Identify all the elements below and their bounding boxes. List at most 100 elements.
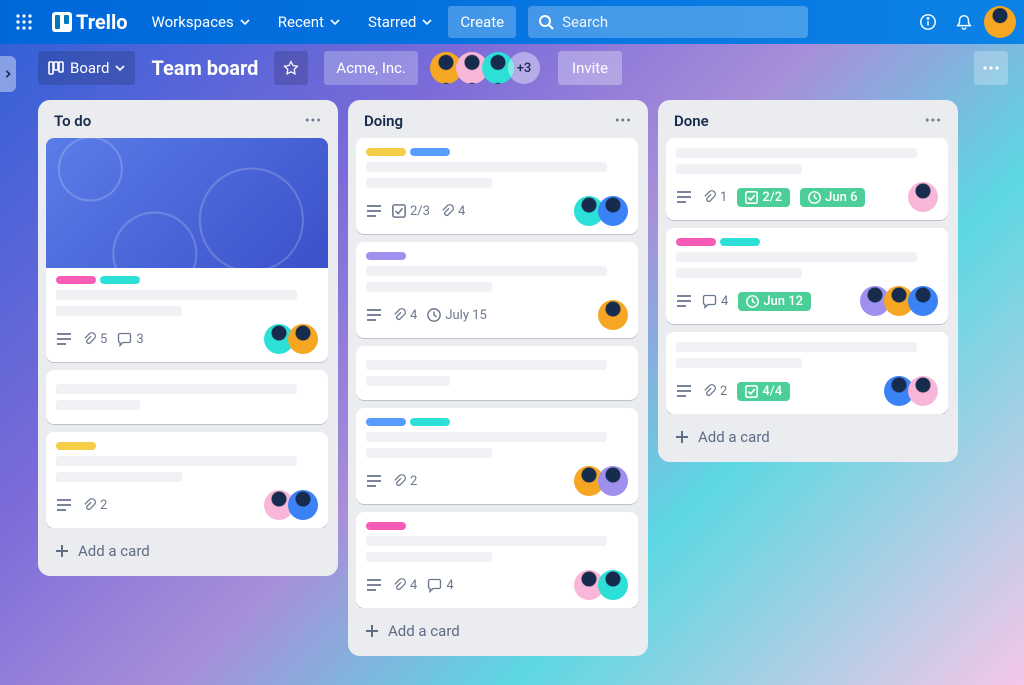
- board-icon: [48, 60, 64, 76]
- card-member-avatar[interactable]: [598, 300, 628, 330]
- card[interactable]: [46, 370, 328, 424]
- create-button[interactable]: Create: [448, 6, 516, 38]
- description-icon: [676, 384, 692, 398]
- card[interactable]: 53: [46, 138, 328, 362]
- add-card-label: Add a card: [78, 542, 150, 560]
- add-card-button[interactable]: Add a card: [46, 534, 330, 568]
- board-header: Board Team board Acme, Inc. +3 Invite: [0, 44, 1024, 92]
- list-menu-icon[interactable]: •••: [925, 113, 942, 129]
- cards-container: 2/344July 15244: [356, 138, 640, 608]
- card[interactable]: 4Jun 12: [666, 228, 948, 324]
- label-purple[interactable]: [366, 252, 406, 260]
- card[interactable]: 2: [356, 408, 638, 504]
- description-icon: [366, 308, 382, 322]
- card-members: [264, 490, 318, 520]
- card[interactable]: 2: [46, 432, 328, 528]
- workspaces-label: Workspaces: [152, 13, 234, 31]
- sidebar-toggle[interactable]: [0, 56, 16, 92]
- attachments-badge: 5: [82, 332, 107, 347]
- card[interactable]: 2/34: [356, 138, 638, 234]
- card-labels: [56, 442, 318, 450]
- add-card-button[interactable]: Add a card: [666, 420, 950, 454]
- description-icon: [676, 190, 692, 204]
- board-canvas: To do ••• 53 2 Add a card Doing ••• 2/34 4July 1…: [0, 92, 1024, 685]
- trello-brand-text: Trello: [76, 10, 128, 34]
- search-box[interactable]: [528, 6, 808, 38]
- add-card-button[interactable]: Add a card: [356, 614, 640, 648]
- notifications-icon[interactable]: [948, 6, 980, 38]
- workspaces-menu[interactable]: Workspaces: [140, 6, 262, 38]
- search-input[interactable]: [562, 13, 798, 31]
- label-cyan[interactable]: [410, 418, 450, 426]
- card-member-avatar[interactable]: [598, 570, 628, 600]
- label-pink[interactable]: [366, 522, 406, 530]
- label-pink[interactable]: [56, 276, 96, 284]
- card-member-avatar[interactable]: [288, 324, 318, 354]
- label-pink[interactable]: [676, 238, 716, 246]
- card-title-placeholder: [56, 306, 182, 316]
- apps-switcher-icon[interactable]: [8, 6, 40, 38]
- attachments-badge: 4: [392, 578, 417, 593]
- trello-logo[interactable]: Trello: [44, 10, 136, 34]
- list-title[interactable]: Doing: [364, 112, 403, 130]
- card-badges: 2/34: [366, 204, 564, 219]
- checklist-done-badge: 4/4: [737, 382, 790, 401]
- info-icon[interactable]: [912, 6, 944, 38]
- card[interactable]: 4July 15: [356, 242, 638, 338]
- star-board-button[interactable]: [274, 51, 308, 85]
- list-menu-icon[interactable]: •••: [615, 113, 632, 129]
- card-title-placeholder: [366, 432, 607, 442]
- workspace-label: Acme, Inc.: [336, 59, 406, 77]
- invite-button[interactable]: Invite: [558, 51, 622, 85]
- card-title-placeholder: [676, 268, 802, 278]
- card-member-avatar[interactable]: [598, 466, 628, 496]
- card-title-placeholder: [366, 178, 492, 188]
- card[interactable]: 44: [356, 512, 638, 608]
- card-labels: [676, 238, 938, 246]
- card[interactable]: 12/2Jun 6: [666, 138, 948, 220]
- chevron-down-icon: [240, 17, 250, 27]
- card[interactable]: [356, 346, 638, 400]
- label-yellow[interactable]: [56, 442, 96, 450]
- comments-badge: 4: [427, 578, 453, 593]
- checklist-done-badge: 2/2: [737, 188, 790, 207]
- board-view-switcher[interactable]: Board: [38, 51, 135, 85]
- card-member-avatar[interactable]: [908, 376, 938, 406]
- trello-logo-icon: [52, 12, 72, 32]
- card-member-avatar[interactable]: [598, 196, 628, 226]
- board-menu-button[interactable]: [974, 51, 1008, 85]
- recent-menu[interactable]: Recent: [266, 6, 352, 38]
- attachments-badge: 1: [702, 190, 727, 205]
- profile-avatar[interactable]: [984, 6, 1016, 38]
- card-labels: [366, 522, 628, 530]
- list: To do ••• 53 2 Add a card: [38, 100, 338, 576]
- label-blue[interactable]: [366, 418, 406, 426]
- attachments-badge: 2: [392, 474, 417, 489]
- card-title-placeholder: [366, 536, 607, 546]
- list-menu-icon[interactable]: •••: [305, 113, 322, 129]
- board-title[interactable]: Team board: [143, 56, 266, 80]
- list-title[interactable]: Done: [674, 112, 709, 130]
- card[interactable]: 24/4: [666, 332, 948, 414]
- more-members[interactable]: +3: [508, 52, 540, 84]
- starred-menu[interactable]: Starred: [356, 6, 444, 38]
- board-members[interactable]: +3: [430, 52, 540, 84]
- card-title-placeholder: [56, 456, 297, 466]
- invite-label: Invite: [572, 59, 608, 77]
- card-badges: 53: [56, 332, 254, 347]
- card-member-avatar[interactable]: [908, 182, 938, 212]
- comments-badge: 4: [702, 294, 728, 309]
- card-title-placeholder: [366, 448, 492, 458]
- card-member-avatar[interactable]: [908, 286, 938, 316]
- starred-label: Starred: [368, 13, 416, 31]
- label-blue[interactable]: [410, 148, 450, 156]
- attachments-badge: 4: [440, 204, 465, 219]
- card-title-placeholder: [366, 552, 492, 562]
- card-members: [884, 376, 938, 406]
- label-cyan[interactable]: [100, 276, 140, 284]
- list-title[interactable]: To do: [54, 112, 91, 130]
- label-yellow[interactable]: [366, 148, 406, 156]
- card-member-avatar[interactable]: [288, 490, 318, 520]
- label-cyan[interactable]: [720, 238, 760, 246]
- workspace-name[interactable]: Acme, Inc.: [324, 51, 418, 85]
